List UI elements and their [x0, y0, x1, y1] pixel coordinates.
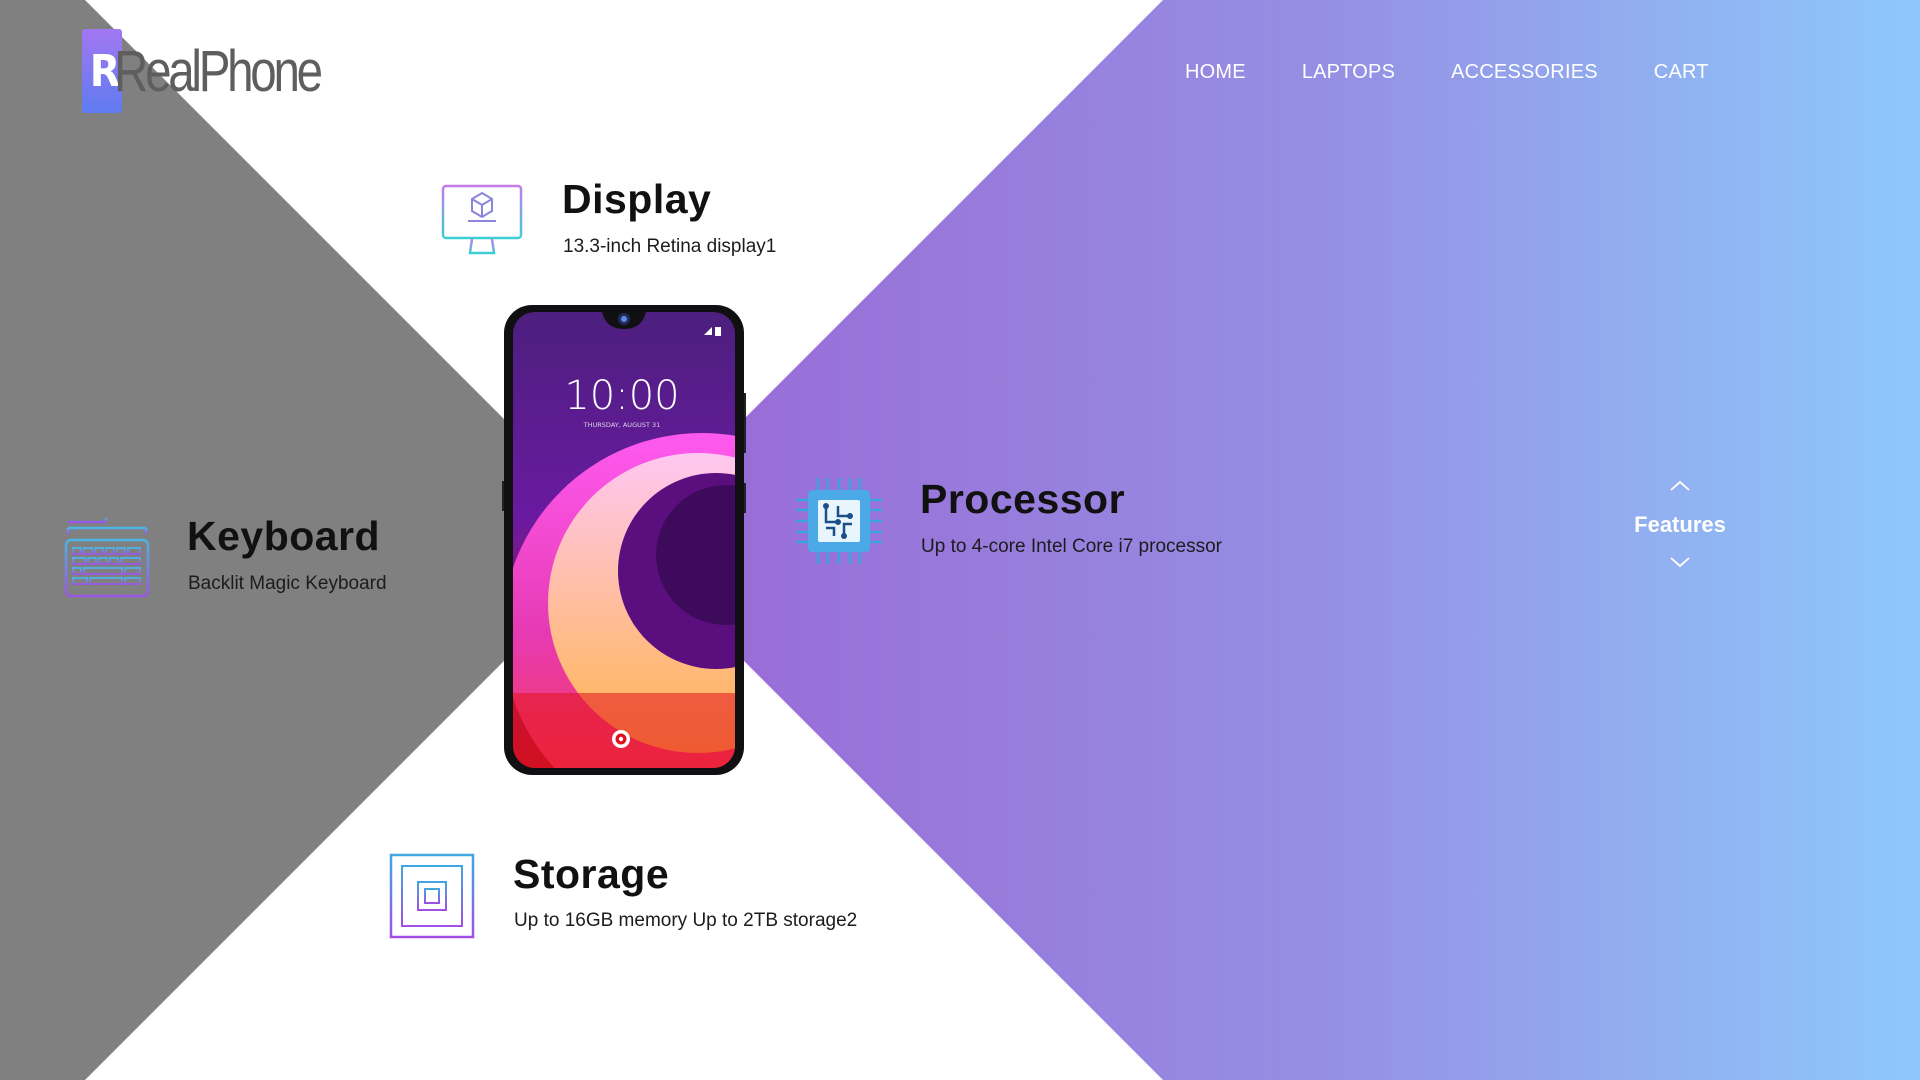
chevron-up-icon[interactable]	[1668, 478, 1692, 494]
memory-chip-icon	[389, 853, 475, 939]
nav-cart[interactable]: CART	[1654, 61, 1709, 84]
feature-title: Display	[562, 176, 712, 222]
keyboard-icon	[64, 518, 150, 598]
nav-home[interactable]: HOME	[1185, 61, 1246, 84]
brand-name: RealPhone	[114, 38, 323, 104]
phone-image: 10:00 THURSDAY, AUGUST 31	[502, 305, 746, 775]
feature-title: Keyboard	[187, 513, 381, 559]
phone-date: THURSDAY, AUGUST 31	[583, 421, 661, 429]
nav-accessories[interactable]: ACCESSORIES	[1451, 61, 1598, 84]
feature-description: Up to 4-core Intel Core i7 processor	[921, 536, 1222, 557]
brand-logo[interactable]: R RealPhone	[82, 28, 365, 114]
feature-description: Up to 16GB memory Up to 2TB storage2	[514, 910, 858, 931]
main-nav: HOME LAPTOPS ACCESSORIES CART	[1185, 61, 1765, 84]
chevron-down-icon[interactable]	[1668, 554, 1692, 570]
nav-laptops[interactable]: LAPTOPS	[1302, 61, 1395, 84]
phone-time: 10:00	[564, 373, 679, 419]
feature-description: 13.3-inch Retina display1	[563, 236, 777, 257]
features-label: Features	[1634, 512, 1726, 537]
feature-title: Processor	[920, 476, 1126, 522]
feature-description: Backlit Magic Keyboard	[188, 573, 387, 594]
monitor-icon	[441, 184, 523, 256]
feature-title: Storage	[513, 851, 670, 897]
cpu-icon	[796, 478, 882, 564]
features-nav: Features	[1612, 478, 1748, 570]
